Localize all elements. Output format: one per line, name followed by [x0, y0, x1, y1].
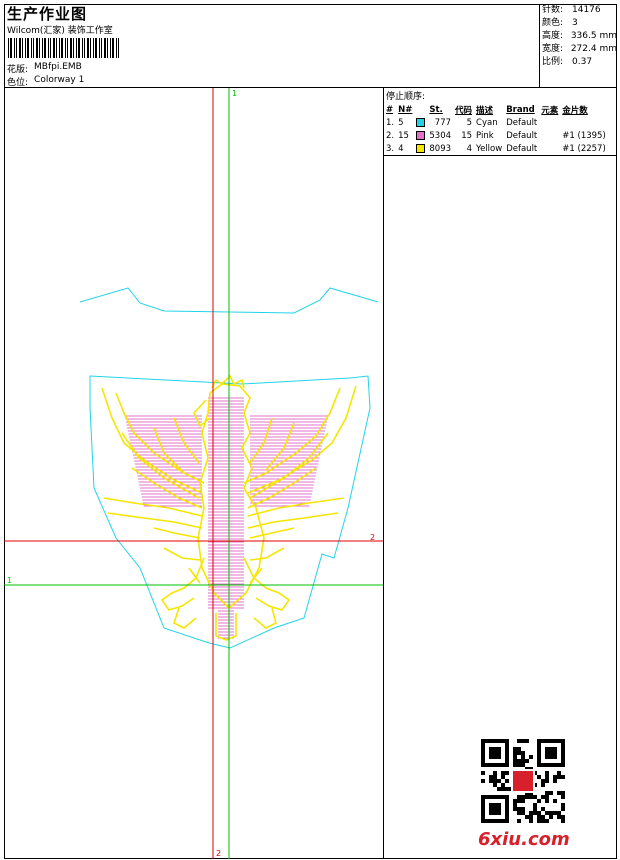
table-row: 2. 15 5304 15 Pink Default #1 (1395): [385, 129, 609, 142]
table-cell: 4: [466, 143, 473, 154]
table-cell: Cyan: [476, 117, 498, 128]
table-cell: Default: [506, 130, 538, 141]
colorway-label: 色位:: [7, 78, 29, 88]
stat-width: 宽度: 272.4 mm: [542, 44, 617, 54]
table-cell: 2.: [386, 130, 395, 141]
table-cell: 5: [466, 117, 473, 128]
design-file-row: 花版: MBfpi.EMB: [7, 62, 82, 75]
color-swatch-cell: [415, 116, 428, 129]
stat-colors: 颜色: 3: [542, 18, 578, 28]
col-header: Brand: [506, 104, 535, 115]
design-label: 花版:: [7, 65, 29, 75]
table-cell: 5: [398, 117, 404, 128]
table-row: 3. 4 8093 4 Yellow Default #1 (2257): [385, 142, 609, 155]
eagle-fill-hatch: [124, 397, 329, 639]
table-cell: [540, 116, 561, 129]
table-cell: Yellow: [476, 143, 503, 154]
guide-label-v-red: 2: [216, 849, 221, 858]
table-cell: [540, 142, 561, 155]
embroidery-preview: 1 2 2 1: [4, 88, 383, 859]
qr-code: [481, 739, 565, 823]
studio-subtitle: Wilcom(汇家) 装饰工作室: [7, 26, 113, 36]
stop-sequence-title: 停止顺序:: [386, 92, 426, 102]
design-canvas[interactable]: 1 2 2 1: [4, 88, 384, 859]
colorway-value: Colorway 1: [34, 75, 85, 85]
col-header: St.: [429, 104, 443, 115]
stats-box: 针数: 14176 颜色: 3 高度: 336.5 mm 宽度: 272.4 mm 比例…: [539, 4, 617, 88]
seal-icon: [513, 771, 533, 791]
color-swatch: [416, 117, 426, 127]
table-cell: 1.: [386, 117, 395, 128]
page-title: 生产作业图: [7, 5, 88, 23]
stat-scale: 比例: 0.37: [542, 57, 593, 67]
guide-label-h-green: 1: [7, 576, 12, 585]
color-swatch-cell: [415, 129, 428, 142]
table-cell: [561, 116, 609, 129]
table-row: 1. 5 777 5 Cyan Default: [385, 116, 609, 129]
colorway-row: 色位: Colorway 1: [7, 75, 84, 88]
col-header: N#: [398, 104, 413, 115]
table-header-row: # N# St. 代码 描述 Brand 元素 金片数: [385, 103, 609, 116]
table-cell: Pink: [476, 130, 494, 141]
table-cell: 777: [434, 117, 452, 128]
table-cell: Default: [506, 117, 538, 128]
table-cell: Default: [506, 143, 538, 154]
table-cell: #1 (2257): [562, 143, 606, 154]
table-cell: 3.: [386, 143, 395, 154]
table-cell: 4: [398, 143, 404, 154]
stop-sequence-panel: 停止顺序: # N# St. 代码 描述 Brand 元素 金片数 1. 5 777…: [384, 88, 617, 156]
col-header: 描述: [476, 105, 494, 116]
col-header: 元素: [541, 105, 559, 116]
color-swatch: [416, 143, 426, 153]
color-swatch: [416, 130, 426, 140]
table-cell: #1 (1395): [562, 130, 606, 141]
color-sequence-table: # N# St. 代码 描述 Brand 元素 金片数 1. 5 777 5 Cyan D…: [385, 103, 609, 155]
design-value: MBfpi.EMB: [34, 62, 82, 72]
col-header: 金片数: [562, 105, 588, 116]
guide-label-h-red: 2: [370, 533, 375, 542]
color-swatch-cell: [415, 142, 428, 155]
barcode: [8, 38, 119, 58]
stat-height: 高度: 336.5 mm: [542, 31, 617, 41]
col-header: #: [386, 104, 394, 115]
table-cell: [540, 129, 561, 142]
stat-stitches: 针数: 14176: [542, 5, 601, 15]
col-header: 代码: [455, 105, 473, 116]
table-cell: 15: [398, 130, 409, 141]
table-cell: 5304: [429, 130, 452, 141]
col-header: [415, 103, 428, 116]
table-cell: 8093: [429, 143, 452, 154]
table-cell: 15: [461, 130, 473, 141]
guide-label-v-green: 1: [232, 89, 237, 98]
watermark-logo: 6xiu.com: [478, 829, 570, 850]
